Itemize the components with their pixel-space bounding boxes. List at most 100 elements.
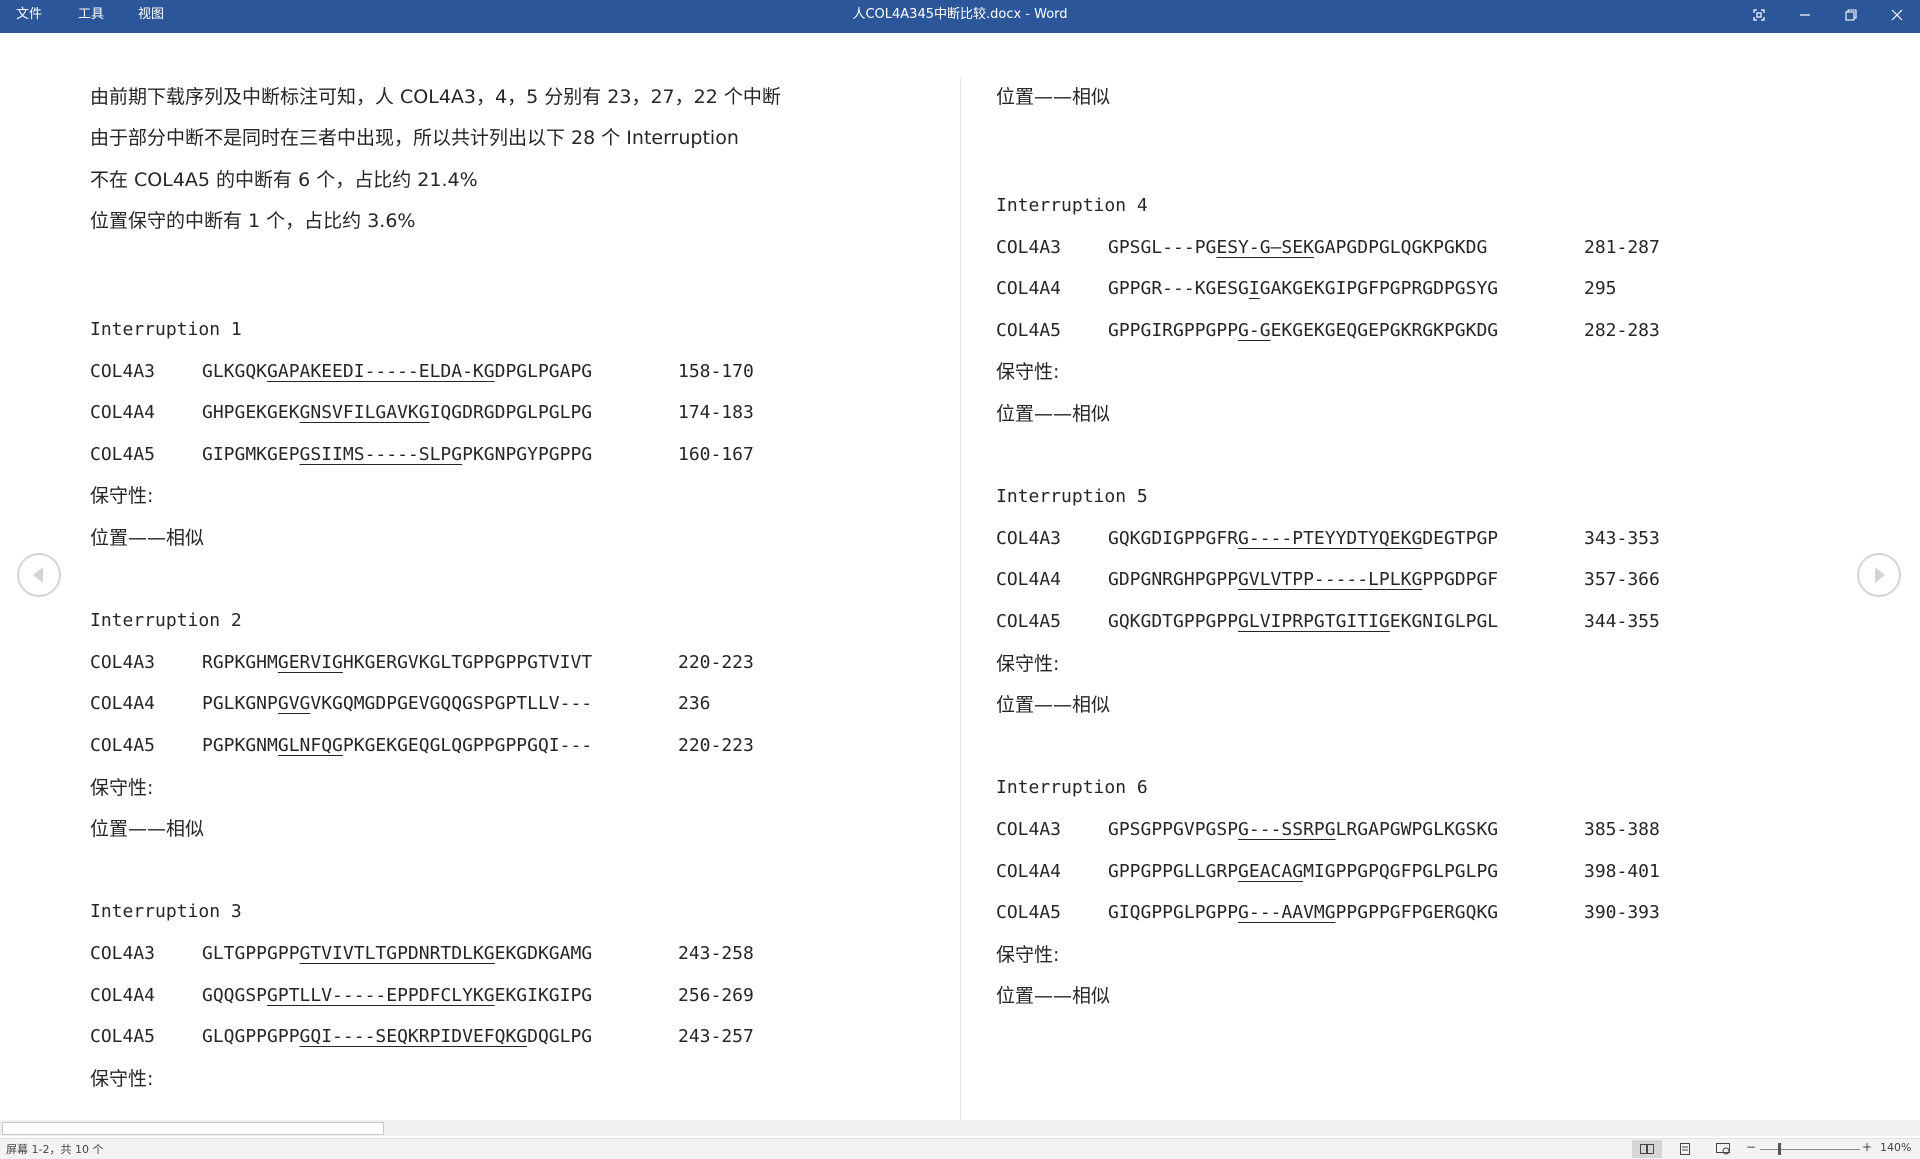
zoom-level[interactable]: 140% <box>1880 1141 1911 1154</box>
sequence-suffix: PKGNPGYPGPPG <box>462 443 593 465</box>
zoom-slider-thumb[interactable] <box>1778 1143 1781 1155</box>
interruption-segment: GAPAKEEDI-----ELDA-KG <box>267 360 495 382</box>
sequence-suffix: DEGTPGP <box>1422 527 1499 549</box>
print-layout-icon[interactable] <box>1670 1140 1700 1158</box>
sequence-row: COL4A4 PGLKGNPGVGVKGQMGDPGEVGQQGSPGPTLLV-… <box>90 689 798 719</box>
sequence-suffix: PKGEKGEQGLQGPPGPPGQI--- <box>342 735 593 756</box>
sequence-suffix: GAPGDPGLQGKPGKDG <box>1313 236 1488 258</box>
interruption-segment: G---SSRPG <box>1238 819 1336 840</box>
sequence-prefix: GDPGNRGHPGPP <box>1108 569 1239 591</box>
position-range: 344-355 <box>1584 611 1660 632</box>
previous-page-icon[interactable] <box>17 553 61 597</box>
sequence-row: COL4A3 GLTGPPGPPGTVIVTLTGPDNRTDLKGEKGDKGA… <box>90 939 798 969</box>
position-note: 位置——相似 <box>996 403 1111 425</box>
interruption-segment: GSIIMS-----SLPG <box>299 443 463 465</box>
interruption-title: Interruption 1 <box>90 319 242 340</box>
read-mode-icon[interactable] <box>1632 1140 1662 1158</box>
sequence-prefix: GLKGQK <box>202 360 268 382</box>
fullscreen-icon[interactable] <box>1736 0 1782 30</box>
gene-name: COL4A3 <box>996 236 1062 258</box>
scrollbar-thumb[interactable] <box>2 1122 384 1135</box>
position-note: 位置——相似 <box>996 86 1111 108</box>
position-note: 位置——相似 <box>996 985 1111 1008</box>
sequence-row: COL4A4 GPPGPPGLLGRPGEACAGMIGPPGPQGFPGLPGL… <box>996 857 1704 887</box>
sequence-row: COL4A5 GIPGMKGEPGSIIMS-----SLPGPKGNPGYPGP… <box>90 440 798 470</box>
position-range: 256-269 <box>678 984 754 1006</box>
position-range: 398-401 <box>1584 860 1660 882</box>
zoom-in-button[interactable]: + <box>1862 1140 1872 1154</box>
position-range: 385-388 <box>1584 819 1660 840</box>
sequence-suffix: EKGNIGLPGL <box>1389 611 1499 632</box>
sequence: PGPKGNMGLNFQGPKGEKGEQGLQGPPGPPGQI--- <box>202 731 678 761</box>
sequence: GLKGQKGAPAKEEDI-----ELDA-KGDPGLPGAPG <box>202 357 678 387</box>
minimize-icon[interactable] <box>1782 0 1828 30</box>
sequence-prefix: GQQGSP <box>202 984 268 1006</box>
conservation-label: 保守性: <box>996 943 1060 966</box>
sequence: GPSGPPGVPGSPG---SSRPGLRGAPGWPGLKGSKG <box>1108 815 1584 845</box>
sequence-row: COL4A5 GQKGDTGPPGPPGLVIPRPGTGITIGEKGNIGLP… <box>996 607 1704 637</box>
sequence-row: COL4A5 GLQGPPGPPGQI----SEQKRPIDVEFQKGDQGL… <box>90 1022 798 1052</box>
menu-view[interactable]: 视图 <box>138 0 164 33</box>
gene-name: COL4A3 <box>996 819 1062 840</box>
interruption-title: Interruption 3 <box>90 901 242 923</box>
interruption-segment: GNSVFILGAVKG <box>299 402 430 424</box>
sequence-suffix: EKGDKGAMG <box>494 943 593 964</box>
sequence: GPSGL---PGESY-G—SEKGAPGDPGLQGKPGKDG <box>1108 233 1584 263</box>
menu-tools[interactable]: 工具 <box>78 0 104 33</box>
sequence-prefix: GIPGMKGEP <box>202 443 300 465</box>
sequence: GIQGPPGLPGPPG---AAVMGPPGPPGFPGERGQKG <box>1108 898 1584 928</box>
interruption-segment: G----PTEYYDTYQEKG <box>1238 527 1423 549</box>
intro-line: 位置保守的中断有 1 个，占比约 3.6% <box>90 210 416 232</box>
gene-name: COL4A5 <box>996 902 1062 924</box>
sequence-suffix: IQGDRGDPGLPGLPG <box>429 402 593 424</box>
position-range: 357-366 <box>1584 569 1660 591</box>
interruption-title: Interruption 2 <box>90 610 242 632</box>
close-icon[interactable] <box>1874 0 1920 30</box>
status-bar: 屏幕 1-2，共 10 个 − + 140% <box>0 1138 1920 1159</box>
sequence-prefix: GQKGDIGPPGFR <box>1108 527 1239 549</box>
interruption-segment: ESY-G—SEK <box>1216 236 1314 258</box>
interruption-segment: GPTLLV-----EPPDFCLYKG <box>267 984 495 1006</box>
conservation-label: 保守性: <box>90 776 154 799</box>
sequence: GQQGSPGPTLLV-----EPPDFCLYKGEKGIKGIPG <box>202 981 678 1011</box>
position-note: 位置——相似 <box>90 818 205 841</box>
restore-icon[interactable] <box>1828 0 1874 30</box>
position-range: 160-167 <box>678 443 754 465</box>
zoom-slider[interactable] <box>1760 1149 1860 1150</box>
position-range: 236 <box>678 693 711 715</box>
zoom-out-button[interactable]: − <box>1746 1140 1756 1154</box>
gene-name: COL4A3 <box>996 527 1062 549</box>
sequence-row: COL4A4 GDPGNRGHPGPPGVLVTPP-----LPLKGPPGDP… <box>996 565 1704 595</box>
web-layout-icon[interactable] <box>1708 1140 1738 1158</box>
horizontal-scrollbar[interactable] <box>0 1120 1920 1136</box>
sequence: GPPGIRGPPGPPG-GEKGEKGEQGEPGKRGKPGKDG <box>1108 316 1584 346</box>
sequence: GIPGMKGEPGSIIMS-----SLPGPKGNPGYPGPPG <box>202 440 678 470</box>
sequence-suffix: GAKGEKGIPGFPGPRGDPGSYG <box>1259 278 1499 300</box>
conservation-label: 保守性: <box>996 652 1060 675</box>
sequence-suffix: VKGQMGDPGEVGQQGSPGPTLLV--- <box>310 693 593 715</box>
sequence-prefix: GIQGPPGLPGPP <box>1108 902 1239 924</box>
sequence-row: COL4A5 GIQGPPGLPGPPG---AAVMGPPGPPGFPGERGQ… <box>996 898 1704 928</box>
sequence-prefix: GPPGR---KGESG <box>1108 278 1249 300</box>
sequence-suffix: PPGDPGF <box>1422 569 1499 591</box>
sequence-row: COL4A5 GPPGIRGPPGPPG-GEKGEKGEQGEPGKRGKPGK… <box>996 316 1704 346</box>
gene-name: COL4A5 <box>996 611 1062 632</box>
intro-line: 由于部分中断不是同时在三者中出现，所以共计列出以下 28 个 Interrupt… <box>90 127 739 149</box>
position-range: 243-258 <box>678 943 754 964</box>
sequence: GLQGPPGPPGQI----SEQKRPIDVEFQKGDQGLPG <box>202 1022 678 1052</box>
interruption-title: Interruption 5 <box>996 486 1148 508</box>
position-note: 位置——相似 <box>996 694 1111 717</box>
intro-line: 不在 COL4A5 的中断有 6 个，占比约 21.4% <box>90 169 478 191</box>
sequence-prefix: GPPGPPGLLGRP <box>1108 860 1239 882</box>
gene-name: COL4A5 <box>90 735 156 756</box>
position-range: 295 <box>1584 278 1617 300</box>
next-page-icon[interactable] <box>1857 553 1901 597</box>
sequence-row: COL4A3 RGPKGHMGERVIGHKGERGVKGLTGPPGPPGTVI… <box>90 648 798 678</box>
intro-line: 由前期下载序列及中断标注可知，人 COL4A3，4，5 分别有 23，27，22… <box>90 86 781 108</box>
sequence-row: COL4A4 GQQGSPGPTLLV-----EPPDFCLYKGEKGIKGI… <box>90 981 798 1011</box>
sequence: GPPGPPGLLGRPGEACAGMIGPPGPQGFPGLPGLPG <box>1108 857 1584 887</box>
conservation-label: 保守性: <box>90 1067 154 1090</box>
sequence-row: COL4A5 PGPKGNMGLNFQGPKGEKGEQGLQGPPGPPGQI-… <box>90 731 798 761</box>
menu-file[interactable]: 文件 <box>16 0 42 33</box>
interruption-segment: GVLVTPP-----LPLKG <box>1238 569 1423 591</box>
